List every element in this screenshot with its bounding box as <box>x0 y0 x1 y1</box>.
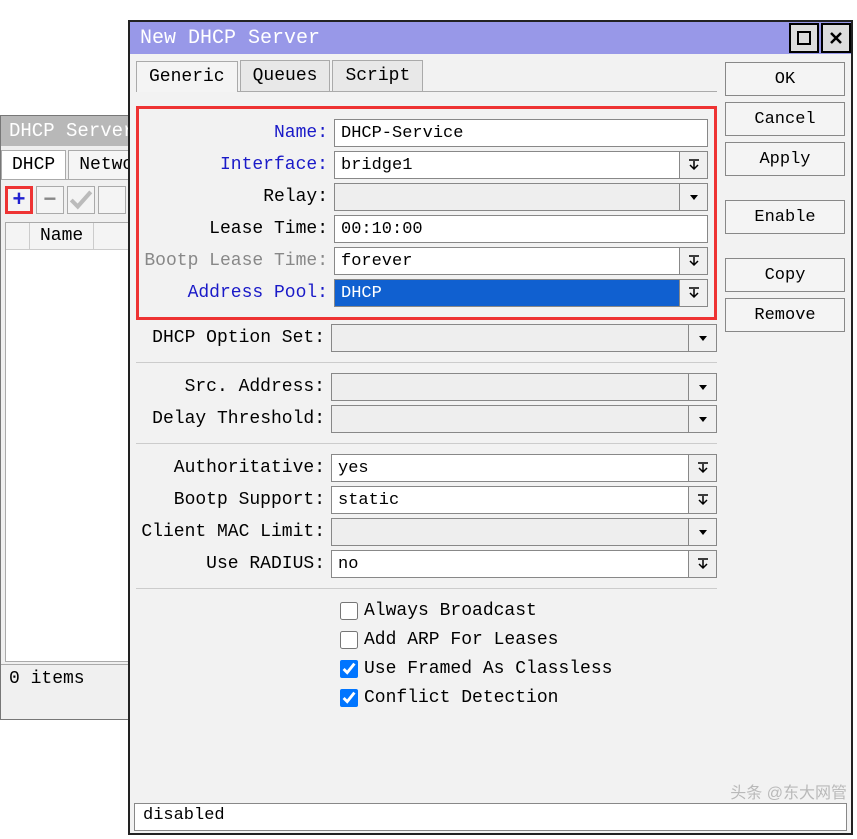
form: Name: DHCP-Service Interface: bridge1 Re… <box>136 92 717 710</box>
tab-script[interactable]: Script <box>332 60 423 91</box>
add-arp-label: Add ARP For Leases <box>364 630 558 650</box>
client-mac-limit-input[interactable] <box>331 518 689 546</box>
col-blank[interactable] <box>6 223 30 249</box>
client-mac-limit-dropdown[interactable] <box>689 518 717 546</box>
add-arp-checkbox[interactable] <box>340 631 358 649</box>
bootp-support-label: Bootp Support: <box>136 490 331 510</box>
delay-threshold-input[interactable] <box>331 405 689 433</box>
dhcp-option-set-dropdown[interactable] <box>689 324 717 352</box>
maximize-button[interactable] <box>789 23 819 53</box>
always-broadcast-row: Always Broadcast <box>336 599 717 623</box>
add-button[interactable]: + <box>5 186 33 214</box>
conflict-detection-checkbox[interactable] <box>340 689 358 707</box>
interface-dropdown[interactable] <box>680 151 708 179</box>
remove-button[interactable]: − <box>36 186 64 214</box>
highlighted-fields: Name: DHCP-Service Interface: bridge1 Re… <box>136 106 717 320</box>
address-pool-input[interactable]: DHCP <box>334 279 680 307</box>
framed-classless-checkbox[interactable] <box>340 660 358 678</box>
conflict-detection-label: Conflict Detection <box>364 688 558 708</box>
dialog-statusbar: disabled <box>134 803 847 831</box>
authoritative-label: Authoritative: <box>136 458 331 478</box>
name-input[interactable]: DHCP-Service <box>334 119 708 147</box>
bootp-lease-time-input[interactable]: forever <box>334 247 680 275</box>
separator-2 <box>136 443 717 444</box>
relay-label: Relay: <box>139 187 334 207</box>
relay-dropdown[interactable] <box>680 183 708 211</box>
address-pool-dropdown[interactable] <box>680 279 708 307</box>
address-pool-label: Address Pool: <box>139 283 334 303</box>
src-address-dropdown[interactable] <box>689 373 717 401</box>
always-broadcast-checkbox[interactable] <box>340 602 358 620</box>
dhcp-option-set-label: DHCP Option Set: <box>136 328 331 348</box>
interface-input[interactable]: bridge1 <box>334 151 680 179</box>
use-radius-input[interactable]: no <box>331 550 689 578</box>
col-name[interactable]: Name <box>30 223 94 249</box>
dialog-title: New DHCP Server <box>140 27 320 50</box>
dhcp-option-set-input[interactable] <box>331 324 689 352</box>
lease-time-label: Lease Time: <box>139 219 334 239</box>
src-address-input[interactable] <box>331 373 689 401</box>
authoritative-dropdown[interactable] <box>689 454 717 482</box>
delay-threshold-dropdown[interactable] <box>689 405 717 433</box>
bootp-lease-time-dropdown[interactable] <box>680 247 708 275</box>
apply-button[interactable]: Apply <box>725 142 845 176</box>
use-radius-dropdown[interactable] <box>689 550 717 578</box>
name-label: Name: <box>139 123 334 143</box>
conflict-detection-row: Conflict Detection <box>336 686 717 710</box>
close-button[interactable] <box>821 23 851 53</box>
dialog-titlebar[interactable]: New DHCP Server <box>130 22 851 54</box>
interface-label: Interface: <box>139 155 334 175</box>
bootp-support-input[interactable]: static <box>331 486 689 514</box>
new-dhcp-server-dialog: New DHCP Server Generic Queues Script Na… <box>128 20 853 835</box>
delay-threshold-label: Delay Threshold: <box>136 409 331 429</box>
bootp-lease-time-label: Bootp Lease Time: <box>139 251 334 271</box>
bgwin-tab-dhcp[interactable]: DHCP <box>1 150 66 179</box>
use-radius-label: Use RADIUS: <box>136 554 331 574</box>
authoritative-input[interactable]: yes <box>331 454 689 482</box>
framed-classless-label: Use Framed As Classless <box>364 659 612 679</box>
client-mac-limit-label: Client MAC Limit: <box>136 522 331 542</box>
cancel-button[interactable]: Cancel <box>725 102 845 136</box>
enable-button[interactable]: Enable <box>725 200 845 234</box>
separator-1 <box>136 362 717 363</box>
remove-button[interactable]: Remove <box>725 298 845 332</box>
tab-generic[interactable]: Generic <box>136 61 238 92</box>
relay-input[interactable] <box>334 183 680 211</box>
framed-classless-row: Use Framed As Classless <box>336 657 717 681</box>
enable-button[interactable] <box>67 186 95 214</box>
always-broadcast-label: Always Broadcast <box>364 601 537 621</box>
copy-button[interactable]: Copy <box>725 258 845 292</box>
lease-time-input[interactable]: 00:10:00 <box>334 215 708 243</box>
watermark: 头条 @东大网管 <box>730 779 847 803</box>
ok-button[interactable]: OK <box>725 62 845 96</box>
disable-button[interactable] <box>98 186 126 214</box>
bootp-support-dropdown[interactable] <box>689 486 717 514</box>
add-arp-row: Add ARP For Leases <box>336 628 717 652</box>
dialog-buttons: OK Cancel Apply Enable Copy Remove <box>725 60 845 332</box>
dialog-tabs: Generic Queues Script <box>136 60 717 92</box>
tab-queues[interactable]: Queues <box>240 60 331 91</box>
separator-3 <box>136 588 717 589</box>
src-address-label: Src. Address: <box>136 377 331 397</box>
